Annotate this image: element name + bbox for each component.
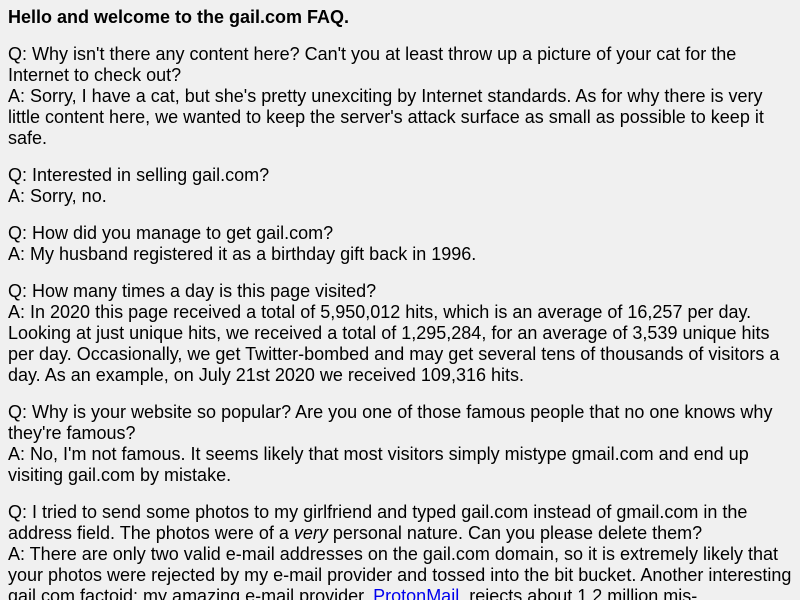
faq-question: Q: Why is your website so popular? Are y… bbox=[8, 402, 773, 443]
faq-answer: A: Sorry, I have a cat, but she's pretty… bbox=[8, 86, 764, 148]
faq-answer-text: , rejects about 1.2 million mis- bbox=[459, 586, 698, 600]
faq-item: Q: Why isn't there any content here? Can… bbox=[8, 44, 792, 149]
faq-question: Q: I tried to send some photos to my gir… bbox=[8, 502, 792, 544]
faq-answer: A: There are only two valid e-mail addre… bbox=[8, 544, 792, 600]
faq-question: Q: How many times a day is this page vis… bbox=[8, 281, 377, 301]
faq-question-text: personal nature. Can you please delete t… bbox=[327, 523, 703, 543]
faq-item: Q: How did you manage to get gail.com? A… bbox=[8, 223, 792, 265]
faq-question: Q: Why isn't there any content here? Can… bbox=[8, 44, 737, 85]
faq-item: Q: How many times a day is this page vis… bbox=[8, 281, 792, 386]
faq-question: Q: Interested in selling gail.com? bbox=[8, 165, 270, 185]
faq-item: Q: Interested in selling gail.com? A: So… bbox=[8, 165, 792, 207]
emphasis-text: very bbox=[293, 523, 328, 543]
faq-item: Q: Why is your website so popular? Are y… bbox=[8, 402, 792, 486]
faq-question: Q: How did you manage to get gail.com? bbox=[8, 223, 334, 243]
faq-page: Hello and welcome to the gail.com FAQ. Q… bbox=[0, 0, 800, 600]
faq-item: Q: I tried to send some photos to my gir… bbox=[8, 502, 792, 600]
faq-answer: A: My husband registered it as a birthda… bbox=[8, 244, 477, 264]
faq-answer: A: Sorry, no. bbox=[8, 186, 107, 206]
protonmail-link[interactable]: ProtonMail bbox=[373, 586, 459, 600]
faq-answer: A: In 2020 this page received a total of… bbox=[8, 302, 780, 385]
faq-answer: A: No, I'm not famous. It seems likely t… bbox=[8, 444, 749, 485]
page-title: Hello and welcome to the gail.com FAQ. bbox=[8, 7, 350, 27]
